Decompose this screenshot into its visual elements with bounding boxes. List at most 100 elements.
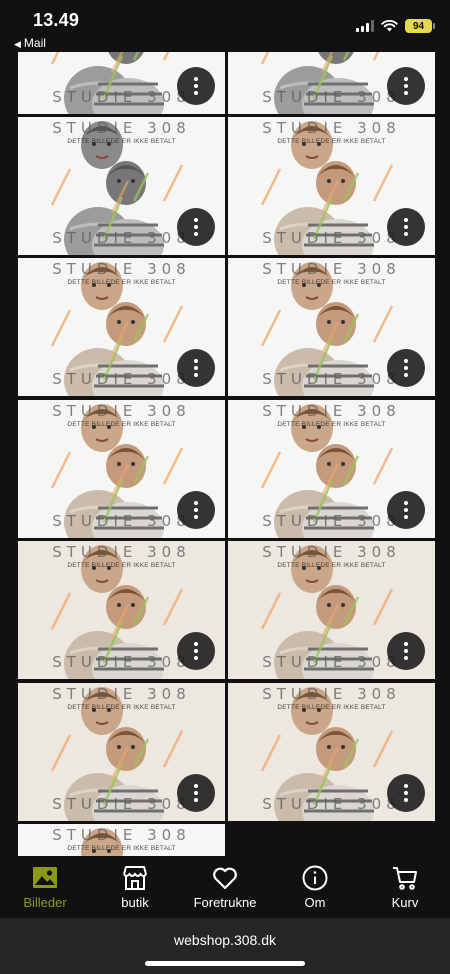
dot: [404, 359, 408, 363]
more-options-button[interactable]: [177, 632, 215, 670]
watermark-subtitle: DETTE BILLEDE ER IKKE BETALT: [67, 421, 176, 428]
dot: [404, 373, 408, 377]
dot: [194, 91, 198, 95]
dot: [194, 508, 198, 512]
tab-bar: Billeder butik Foretrukne Om Kurv: [0, 856, 450, 918]
status-icons: 94: [356, 18, 435, 34]
dot: [194, 791, 198, 795]
back-app-label: Mail: [23, 36, 46, 50]
watermark-title: STUDIE 308: [262, 543, 401, 561]
dot: [194, 373, 198, 377]
watermark-title: STUDIE 308: [52, 543, 191, 561]
dot: [404, 77, 408, 81]
watermark-subtitle: DETTE BILLEDE ER IKKE BETALT: [67, 704, 176, 711]
photo-thumbnail[interactable]: STUDIE 308DETTE BILLEDE ER IKKE BETALTST…: [18, 258, 225, 396]
watermark-subtitle: DETTE BILLEDE ER IKKE BETALT: [277, 562, 386, 569]
photo-thumbnail[interactable]: STUDIE 308DETTE BILLEDE ER IKKE BETALTST…: [18, 541, 225, 679]
photos-icon: [33, 867, 57, 888]
dot: [404, 225, 408, 229]
battery-icon: 94: [405, 19, 435, 33]
tab-kurv[interactable]: Kurv: [362, 864, 448, 910]
photo-grid: STUDIE 308DETTE BILLEDE ER IKKE BETALTST…: [0, 0, 450, 856]
photo-thumbnail[interactable]: STUDIE 308DETTE BILLEDE ER IKKE BETALTST…: [18, 400, 225, 538]
dot: [194, 798, 198, 802]
dot: [194, 366, 198, 370]
status-bar: 13.49 ◀ Mail 94: [0, 0, 450, 52]
more-options-button[interactable]: [387, 632, 425, 670]
more-options-button[interactable]: [177, 774, 215, 812]
dot: [194, 784, 198, 788]
status-time: 13.49: [33, 10, 80, 30]
watermark-subtitle: DETTE BILLEDE ER IKKE BETALT: [277, 704, 386, 711]
watermark-subtitle: DETTE BILLEDE ER IKKE BETALT: [67, 845, 176, 852]
photo-thumbnail[interactable]: STUDIE 308DETTE BILLEDE ER IKKE BETALTST…: [18, 117, 225, 255]
watermark-subtitle: DETTE BILLEDE ER IKKE BETALT: [67, 562, 176, 569]
more-options-button[interactable]: [177, 491, 215, 529]
photo-thumbnail[interactable]: STUDIE 308DETTE BILLEDE ER IKKE BETALTST…: [228, 117, 435, 255]
tab-label: Om: [304, 895, 326, 910]
watermark-title: STUDIE 308: [52, 260, 191, 278]
dot: [194, 515, 198, 519]
dot: [404, 649, 408, 653]
photo-thumbnail[interactable]: STUDIE 308DETTE BILLEDE ER IKKE BETALTST…: [228, 400, 435, 538]
watermark-title: STUDIE 308: [52, 402, 191, 420]
tab-billeder[interactable]: Billeder: [2, 864, 88, 910]
dot: [404, 501, 408, 505]
shop-icon: [123, 866, 147, 890]
more-options-button[interactable]: [387, 491, 425, 529]
watermark-title: STUDIE 308: [262, 685, 401, 703]
dot: [404, 232, 408, 236]
tab-label: Foretrukne: [193, 895, 257, 910]
url-text[interactable]: webshop.308.dk: [0, 932, 450, 948]
tab-foretrukne[interactable]: Foretrukne: [182, 864, 268, 910]
more-options-button[interactable]: [177, 208, 215, 246]
home-indicator[interactable]: [145, 961, 305, 966]
watermark-title: STUDIE 308: [52, 685, 191, 703]
more-options-button[interactable]: [177, 67, 215, 105]
more-options-button[interactable]: [387, 208, 425, 246]
tab-om[interactable]: Om: [272, 864, 358, 910]
back-triangle-icon: ◀: [14, 39, 21, 49]
tab-label: Kurv: [391, 895, 419, 910]
dot: [404, 791, 408, 795]
more-options-button[interactable]: [177, 349, 215, 387]
dot: [404, 508, 408, 512]
cart-icon: [393, 867, 417, 890]
tab-butik[interactable]: butik: [92, 864, 178, 910]
watermark-subtitle: DETTE BILLEDE ER IKKE BETALT: [67, 138, 176, 145]
dot: [194, 232, 198, 236]
wifi-icon: [381, 20, 398, 32]
dot: [194, 656, 198, 660]
watermark-title: STUDIE 308: [262, 260, 401, 278]
back-to-app-link[interactable]: ◀ Mail: [14, 36, 46, 50]
watermark-title: STUDIE 308: [52, 826, 191, 844]
watermark-title: STUDIE 308: [52, 119, 191, 137]
tab-label: Billeder: [23, 895, 67, 910]
dot: [194, 84, 198, 88]
dot: [194, 77, 198, 81]
photo-thumbnail[interactable]: STUDIE 308DETTE BILLEDE ER IKKE BETALTST…: [228, 258, 435, 396]
dot: [194, 218, 198, 222]
dot: [194, 649, 198, 653]
more-options-button[interactable]: [387, 349, 425, 387]
photo-thumbnail[interactable]: STUDIE 308DETTE BILLEDE ER IKKE BETALTST…: [18, 683, 225, 821]
watermark-subtitle: DETTE BILLEDE ER IKKE BETALT: [67, 279, 176, 286]
dot: [404, 91, 408, 95]
dot: [194, 359, 198, 363]
dot: [404, 642, 408, 646]
dot: [404, 366, 408, 370]
dot: [404, 218, 408, 222]
dot: [404, 798, 408, 802]
more-options-button[interactable]: [387, 774, 425, 812]
dot: [404, 656, 408, 660]
dot: [404, 515, 408, 519]
heart-icon: [213, 867, 237, 890]
dot: [404, 84, 408, 88]
more-options-button[interactable]: [387, 67, 425, 105]
dot: [194, 501, 198, 505]
watermark-subtitle: DETTE BILLEDE ER IKKE BETALT: [277, 421, 386, 428]
photo-thumbnail[interactable]: STUDIE 308DETTE BILLEDE ER IKKE BETALTST…: [228, 541, 435, 679]
watermark-subtitle: DETTE BILLEDE ER IKKE BETALT: [277, 138, 386, 145]
photo-thumbnail[interactable]: STUDIE 308DETTE BILLEDE ER IKKE BETALTST…: [18, 824, 225, 856]
photo-thumbnail[interactable]: STUDIE 308DETTE BILLEDE ER IKKE BETALTST…: [228, 683, 435, 821]
